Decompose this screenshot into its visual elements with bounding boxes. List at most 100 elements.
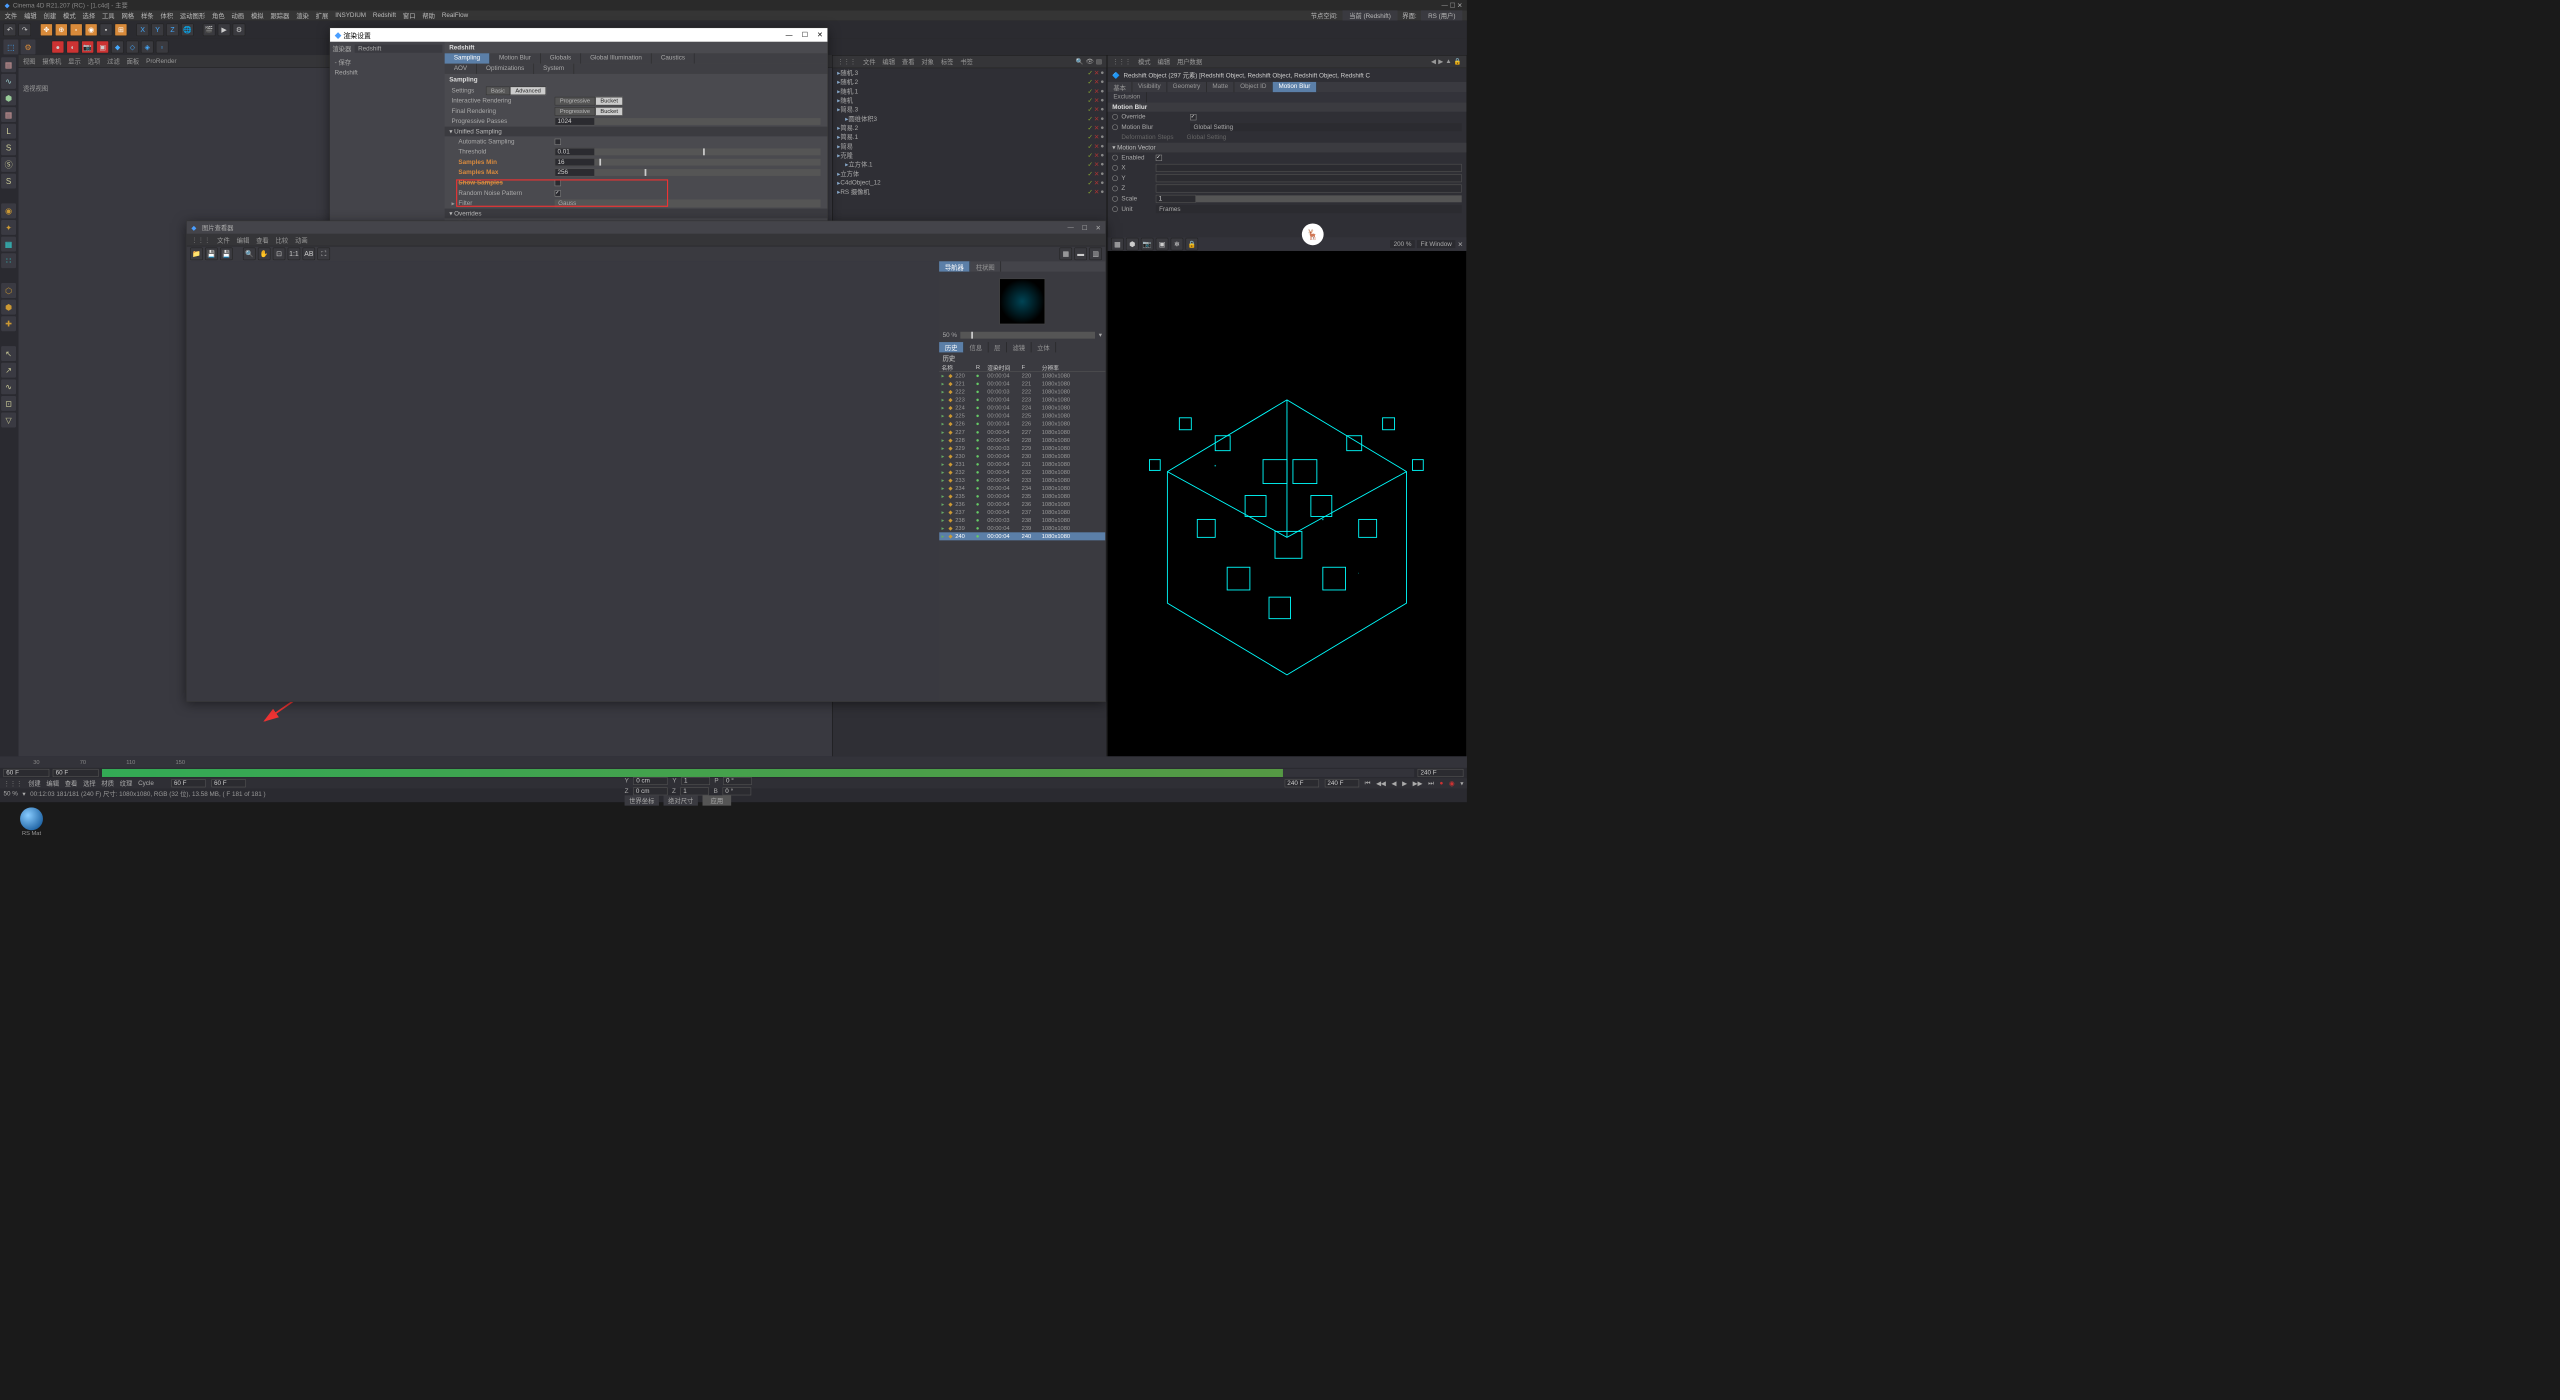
layout-dropdown[interactable]: RS (用户) bbox=[1421, 10, 1462, 20]
attr-mode[interactable]: 模式 bbox=[1138, 57, 1151, 66]
menu-select[interactable]: 选择 bbox=[83, 11, 96, 20]
attr-userdata[interactable]: 用户数据 bbox=[1177, 57, 1202, 66]
samples-max-input[interactable] bbox=[555, 168, 595, 176]
menu-volume[interactable]: 体积 bbox=[160, 11, 173, 20]
rs-env-icon[interactable]: ◈ bbox=[141, 41, 154, 54]
interactive-progressive[interactable]: Progressive bbox=[555, 97, 596, 106]
attr-tab-visibility[interactable]: Visibility bbox=[1132, 82, 1167, 92]
rot-p-input[interactable] bbox=[723, 777, 752, 785]
menu-character[interactable]: 角色 bbox=[212, 11, 225, 20]
cube-primitive-icon[interactable]: ▦ bbox=[1, 57, 16, 72]
tab-options[interactable]: 选项 bbox=[88, 56, 101, 65]
tab-camera[interactable]: 摄像机 bbox=[42, 56, 61, 65]
camera-icon[interactable]: S bbox=[1, 140, 16, 155]
tab-prorender[interactable]: ProRender bbox=[146, 58, 176, 65]
pv-histogram-tab[interactable]: 柱状图 bbox=[970, 261, 1001, 271]
attr-tab-basic[interactable]: 基本 bbox=[1108, 82, 1133, 92]
tl-cur3[interactable] bbox=[211, 779, 245, 787]
rv-region-icon[interactable]: ▣ bbox=[1156, 238, 1169, 251]
object-row[interactable]: ▸ 立方体.1✓✕● bbox=[833, 160, 1107, 169]
rs-ipr-icon[interactable]: ◐ bbox=[66, 41, 79, 54]
live-select-icon[interactable]: ⬚ bbox=[3, 40, 18, 55]
pv-hand-icon[interactable]: ✋ bbox=[258, 248, 271, 261]
pv-tab-info[interactable]: 信息 bbox=[964, 342, 989, 352]
pv-single-icon[interactable]: ▬ bbox=[1074, 248, 1087, 261]
object-row[interactable]: ▸ 圆维体积3✓✕● bbox=[833, 114, 1107, 123]
apply-button[interactable]: 应用 bbox=[702, 795, 731, 805]
overrides-header[interactable]: ▾ Overrides bbox=[445, 209, 828, 219]
object-row[interactable]: ▸ 随机.3✓✕● bbox=[833, 68, 1107, 77]
menu-edit[interactable]: 编辑 bbox=[24, 11, 37, 20]
minimize-icon[interactable]: — bbox=[786, 31, 793, 39]
pv-anim[interactable]: 动画 bbox=[295, 235, 308, 244]
window-controls[interactable]: — ☐ ✕ bbox=[1442, 1, 1463, 8]
render-view-button[interactable]: 🎬 bbox=[203, 23, 216, 36]
om-tags[interactable]: 标签 bbox=[941, 57, 954, 66]
om-eye-icon[interactable]: 👁 bbox=[1086, 58, 1094, 65]
model-mode-icon[interactable]: ↖ bbox=[1, 346, 16, 361]
pv-ab-icon[interactable]: AB bbox=[303, 248, 316, 261]
object-row[interactable]: ▸ 简易✓✕● bbox=[833, 142, 1107, 151]
pv-nav-tab[interactable]: 导航器 bbox=[939, 261, 970, 271]
rv-lock-icon[interactable]: 🔒 bbox=[1186, 238, 1199, 251]
history-row[interactable]: ▸◆238●00:00:032381080x1080 bbox=[939, 516, 1105, 524]
spline-icon[interactable]: ∿ bbox=[1, 74, 16, 89]
pv-saveall-icon[interactable]: 💾 bbox=[220, 248, 233, 261]
tab-panel[interactable]: 面板 bbox=[127, 56, 140, 65]
timeline-track[interactable] bbox=[102, 769, 1414, 777]
attr-exclusion-tab[interactable]: Exclusion bbox=[1108, 92, 1147, 102]
attr-tab-objectid[interactable]: Object ID bbox=[1234, 82, 1272, 92]
object-row[interactable]: ▸ 简易.2✓✕● bbox=[833, 123, 1107, 132]
override-checkbox[interactable] bbox=[1190, 114, 1196, 120]
object-row[interactable]: ▸ 随机✓✕● bbox=[833, 96, 1107, 105]
history-row[interactable]: ▸◆220●00:00:042201080x1080 bbox=[939, 372, 1105, 380]
override-radio[interactable] bbox=[1112, 114, 1118, 120]
history-row[interactable]: ▸◆231●00:00:042311080x1080 bbox=[939, 460, 1105, 468]
object-tree[interactable]: ▸ 随机.3✓✕●▸ 随机.2✓✕●▸ 随机.1✓✕●▸ 随机✓✕●▸ 简易.3… bbox=[833, 68, 1107, 196]
pv-save-icon[interactable]: 💾 bbox=[205, 248, 218, 261]
scale-y-input[interactable] bbox=[681, 777, 710, 785]
tl-cur2[interactable] bbox=[171, 779, 205, 787]
tl-end2[interactable] bbox=[1284, 779, 1318, 787]
rv-zoom[interactable]: 200 % bbox=[1390, 240, 1415, 248]
enabled-checkbox[interactable] bbox=[1156, 154, 1162, 160]
rotate-tool[interactable]: ◉ bbox=[85, 23, 98, 36]
pv-fullscreen-icon[interactable]: ⛶ bbox=[317, 248, 330, 261]
scale-radio[interactable] bbox=[1112, 196, 1118, 202]
lock-tool[interactable]: ⊞ bbox=[115, 23, 128, 36]
rs-render-view[interactable]: 微信公众号：野鹿志 微博：野鹿志 作者：马鹿野郎 （1.09x） bbox=[1108, 251, 1467, 788]
object-row[interactable]: ▸ 随机.2✓✕● bbox=[833, 77, 1107, 86]
attr-up-icon[interactable]: ▲ bbox=[1445, 58, 1451, 65]
basic-button[interactable]: Basic bbox=[486, 86, 510, 95]
threshold-slider[interactable] bbox=[595, 148, 821, 155]
z-input[interactable] bbox=[1156, 185, 1462, 193]
connect-icon[interactable]: ⬢ bbox=[1, 300, 16, 315]
tab-gi[interactable]: Global Illumination bbox=[581, 53, 652, 63]
abs-size-dropdown[interactable]: 绝对尺寸 bbox=[664, 795, 698, 805]
auto-samp-checkbox[interactable] bbox=[555, 138, 561, 144]
history-row[interactable]: ▸◆221●00:00:042211080x1080 bbox=[939, 380, 1105, 388]
prog-passes-slider[interactable] bbox=[595, 118, 821, 125]
menu-redshift[interactable]: Redshift bbox=[373, 12, 396, 19]
rv-freeze-icon[interactable]: ❄ bbox=[1171, 238, 1184, 251]
frame-start-input[interactable] bbox=[3, 769, 49, 777]
menu-help[interactable]: 帮助 bbox=[422, 11, 435, 20]
undo-button[interactable]: ↶ bbox=[3, 23, 16, 36]
history-row[interactable]: ▸◆223●00:00:042231080x1080 bbox=[939, 396, 1105, 404]
object-row[interactable]: ▸ RS 摄像机✓✕● bbox=[833, 187, 1107, 196]
final-bucket[interactable]: Bucket bbox=[595, 107, 623, 116]
attr-tab-motionblur[interactable]: Motion Blur bbox=[1273, 82, 1317, 92]
play-fwd-icon[interactable]: ▶ bbox=[1402, 780, 1407, 787]
pv-history-list[interactable]: ▸◆220●00:00:042201080x1080▸◆221●00:00:04… bbox=[939, 372, 1105, 701]
material-preview[interactable]: RS Mat bbox=[17, 807, 46, 836]
play-back-icon[interactable]: ◀ bbox=[1391, 780, 1396, 787]
rs-region-icon[interactable]: ▣ bbox=[96, 41, 109, 54]
tab-filter[interactable]: 过滤 bbox=[107, 56, 120, 65]
coord-sys-button[interactable]: 🌐 bbox=[181, 23, 194, 36]
history-row[interactable]: ▸◆224●00:00:042241080x1080 bbox=[939, 404, 1105, 412]
pv-close-icon[interactable]: ✕ bbox=[1095, 224, 1100, 231]
menu-mograph[interactable]: 运动图形 bbox=[180, 11, 205, 20]
attr-tab-matte[interactable]: Matte bbox=[1207, 82, 1235, 92]
btm-texture[interactable]: 纹理 bbox=[120, 779, 133, 788]
interactive-bucket[interactable]: Bucket bbox=[595, 97, 623, 106]
